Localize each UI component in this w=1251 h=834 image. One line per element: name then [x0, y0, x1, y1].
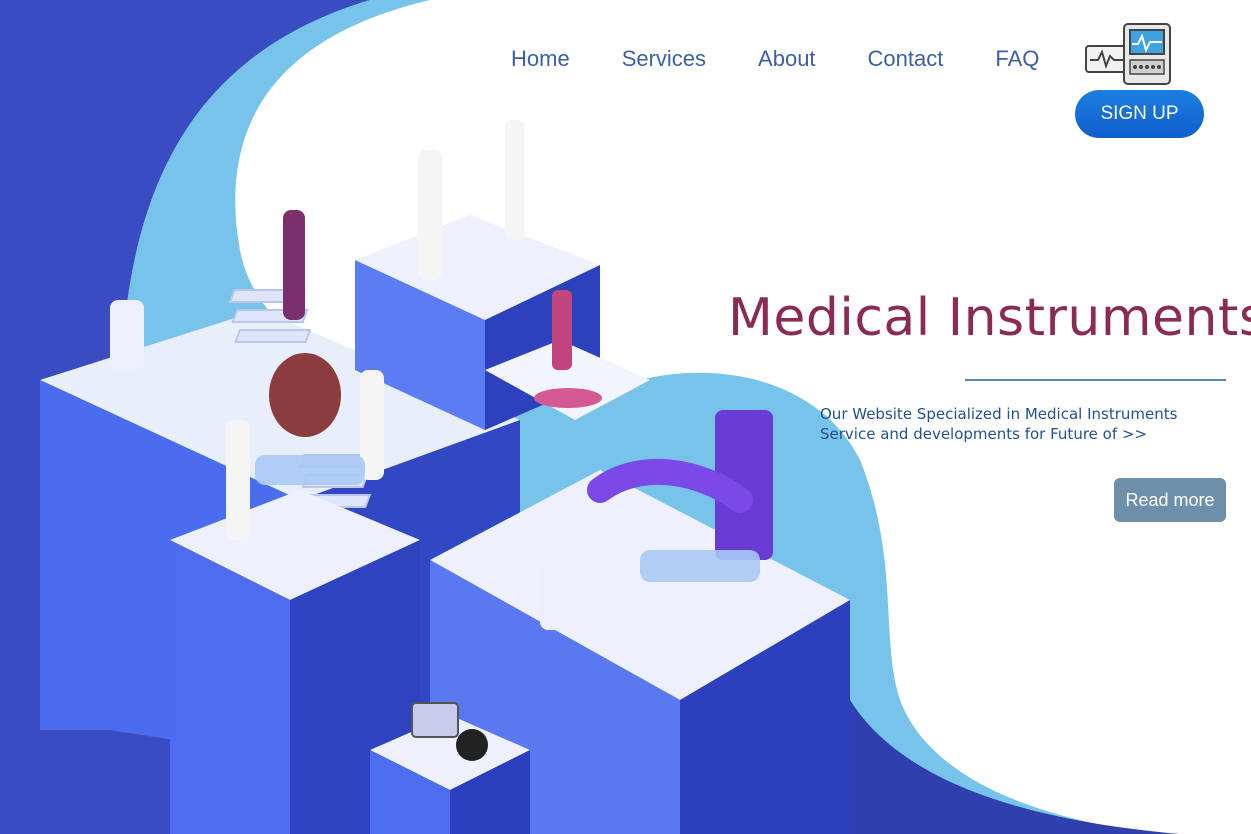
- nav-home-link[interactable]: Home: [511, 46, 570, 72]
- nav-faq-link[interactable]: FAQ: [995, 46, 1039, 72]
- sign-up-button[interactable]: SIGN UP: [1075, 90, 1204, 138]
- nav-about-link[interactable]: About: [758, 46, 816, 72]
- medical-monitor-icon: [1085, 23, 1171, 85]
- main-nav: Home Services About Contact FAQ: [511, 46, 1039, 72]
- nav-contact-link[interactable]: Contact: [868, 46, 944, 72]
- read-more-button[interactable]: Read more: [1114, 478, 1226, 522]
- hero-description: Our Website Specialized in Medical Instr…: [820, 404, 1200, 444]
- nav-services-link[interactable]: Services: [622, 46, 706, 72]
- hero-title: Medical Instruments: [728, 288, 1251, 348]
- hero-description-line: Our Website Specialized in Medical Instr…: [820, 405, 1178, 423]
- title-divider: [965, 379, 1226, 381]
- hero-description-line: Service and developments for Future of >…: [820, 425, 1148, 443]
